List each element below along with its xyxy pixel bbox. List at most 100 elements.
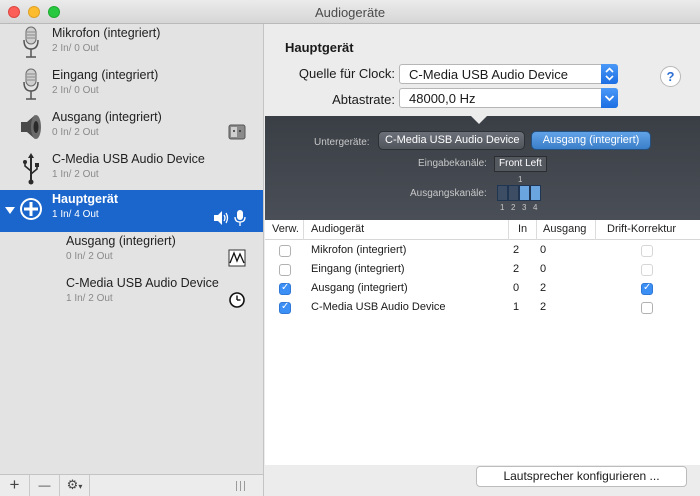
clock-source-value: C-Media USB Audio Device [409, 67, 568, 82]
disclosure-triangle-icon[interactable] [5, 207, 15, 214]
column-separator [508, 220, 509, 240]
subdevices-label: Untergeräte: [314, 137, 370, 148]
table-row[interactable]: Ausgang (integriert) 0 2 [265, 280, 700, 299]
device-channels: 1 In/ 2 Out [52, 169, 99, 180]
device-channels: 2 In/ 0 Out [52, 85, 99, 96]
input-channel-number: 1 [518, 175, 523, 184]
output-channel-number: 4 [533, 203, 538, 212]
resize-handle-icon[interactable] [236, 481, 250, 491]
title-bar: Audiogeräte [0, 0, 700, 24]
device-name: Hauptgerät [52, 192, 118, 206]
subdevice-table: Verw. Audiogerät In Ausgang Drift-Korrek… [265, 220, 700, 465]
output-channels-label: Ausgangskanäle: [410, 188, 487, 199]
drift-checkbox[interactable] [641, 302, 653, 314]
output-channel-number: 3 [522, 203, 527, 212]
clock-source-select[interactable]: C-Media USB Audio Device [399, 64, 618, 84]
use-checkbox[interactable] [279, 301, 291, 314]
drift-checkbox[interactable] [641, 245, 653, 257]
device-cell: C-Media USB Audio Device [311, 301, 446, 313]
out-cell: 0 [540, 244, 547, 256]
out-cell: 2 [540, 301, 547, 313]
chevron-down-icon: ▾ [78, 482, 83, 491]
subdevice-panel: Untergeräte: C-Media USB Audio Device Au… [265, 115, 700, 220]
device-detail-panel: Hauptgerät Quelle für Clock: C-Media USB… [265, 24, 700, 496]
chevron-down-icon [601, 88, 618, 108]
in-cell: 2 [513, 263, 520, 275]
device-cell: Ausgang (integriert) [311, 282, 408, 294]
device-name: Eingang (integriert) [52, 68, 159, 82]
sidebar-toolbar: + — ⚙▾ [0, 474, 264, 496]
waveform-icon [228, 249, 246, 267]
device-name: Ausgang (integriert) [66, 234, 176, 248]
aggregate-plus-icon [20, 198, 42, 220]
device-channels: 1 In/ 2 Out [66, 293, 113, 304]
device-channels: 2 In/ 0 Out [52, 43, 99, 54]
device-channels: 1 In/ 4 Out [52, 209, 99, 220]
panel-notch [470, 115, 488, 124]
out-cell: 2 [540, 282, 547, 294]
output-channel-box-2[interactable] [508, 185, 519, 201]
in-cell: 0 [513, 282, 520, 294]
device-cell: Eingang (integriert) [311, 263, 405, 275]
device-name: C-Media USB Audio Device [66, 276, 219, 290]
in-cell: 2 [513, 244, 520, 256]
column-separator [303, 220, 304, 240]
in-cell: 1 [513, 301, 520, 313]
drift-checkbox[interactable] [641, 264, 653, 276]
output-channel-box-3[interactable] [519, 185, 530, 201]
updown-chevron-icon [601, 64, 618, 84]
input-channels-label: Eingabekanäle: [418, 158, 487, 169]
device-name: C-Media USB Audio Device [52, 152, 205, 166]
sample-rate-select[interactable]: 48000,0 Hz [399, 88, 618, 108]
gear-icon: ⚙ [66, 477, 79, 492]
usb-icon [23, 153, 39, 185]
out-cell: 0 [540, 263, 547, 275]
use-checkbox[interactable] [279, 282, 291, 295]
table-row[interactable]: C-Media USB Audio Device 1 2 [265, 299, 700, 318]
device-channels: 0 In/ 2 Out [66, 251, 113, 262]
table-row[interactable]: Eingang (integriert) 2 0 [265, 261, 700, 280]
subdevice-item-ausgang[interactable]: Ausgang (integriert) 0 In/ 2 Out [0, 232, 263, 274]
column-header-device[interactable]: Audiogerät [311, 223, 364, 235]
sample-rate-label: Abtastrate: [332, 92, 395, 107]
microphone-icon [23, 26, 39, 58]
device-item-ausgang[interactable]: Ausgang (integriert) 0 In/ 2 Out [0, 108, 263, 150]
gear-menu-button[interactable]: ⚙▾ [60, 475, 90, 496]
device-channels: 0 In/ 2 Out [52, 127, 99, 138]
clock-icon [229, 292, 245, 308]
add-device-button[interactable]: + [0, 475, 30, 496]
drift-checkbox[interactable] [641, 282, 653, 295]
subdevice-item-cmedia[interactable]: C-Media USB Audio Device 1 In/ 2 Out [0, 274, 263, 316]
column-header-use[interactable]: Verw. [272, 223, 299, 235]
subdevice-pill-cmedia[interactable]: C-Media USB Audio Device [378, 131, 525, 150]
subdevice-pill-ausgang[interactable]: Ausgang (integriert) [531, 131, 651, 150]
table-row[interactable]: Mikrofon (integriert) 2 0 [265, 242, 700, 261]
device-name: Mikrofon (integriert) [52, 26, 161, 40]
device-item-mikrofon[interactable]: Mikrofon (integriert) 2 In/ 0 Out [0, 24, 263, 66]
window-title: Audiogeräte [314, 5, 386, 20]
device-item-cmedia[interactable]: C-Media USB Audio Device 1 In/ 2 Out [0, 150, 263, 192]
use-checkbox[interactable] [279, 245, 291, 257]
microphone-icon [23, 68, 39, 100]
remove-device-button[interactable]: — [30, 475, 60, 496]
device-heading: Hauptgerät [285, 40, 354, 55]
input-channel-tag[interactable]: Front Left [494, 156, 547, 172]
column-separator [595, 220, 596, 240]
output-channel-number: 2 [511, 203, 516, 212]
column-separator [536, 220, 537, 240]
device-item-hauptgeraet[interactable]: Hauptgerät 1 In/ 4 Out [0, 190, 263, 232]
help-button[interactable]: ? [660, 66, 681, 87]
output-channel-box-4[interactable] [530, 185, 541, 201]
configure-speakers-button[interactable]: Lautsprecher konfigurieren ... [476, 466, 687, 487]
column-header-out[interactable]: Ausgang [543, 223, 586, 235]
output-speaker-icon [214, 211, 229, 225]
output-channel-box-1[interactable] [497, 185, 508, 201]
column-header-in[interactable]: In [518, 223, 527, 235]
device-sidebar: Mikrofon (integriert) 2 In/ 0 Out Eingan… [0, 24, 264, 474]
column-header-drift[interactable]: Drift-Korrektur [607, 223, 676, 235]
device-item-eingang[interactable]: Eingang (integriert) 2 In/ 0 Out [0, 66, 263, 108]
output-channel-number: 1 [500, 203, 505, 212]
device-cell: Mikrofon (integriert) [311, 244, 407, 256]
use-checkbox[interactable] [279, 264, 291, 276]
device-name: Ausgang (integriert) [52, 110, 162, 124]
